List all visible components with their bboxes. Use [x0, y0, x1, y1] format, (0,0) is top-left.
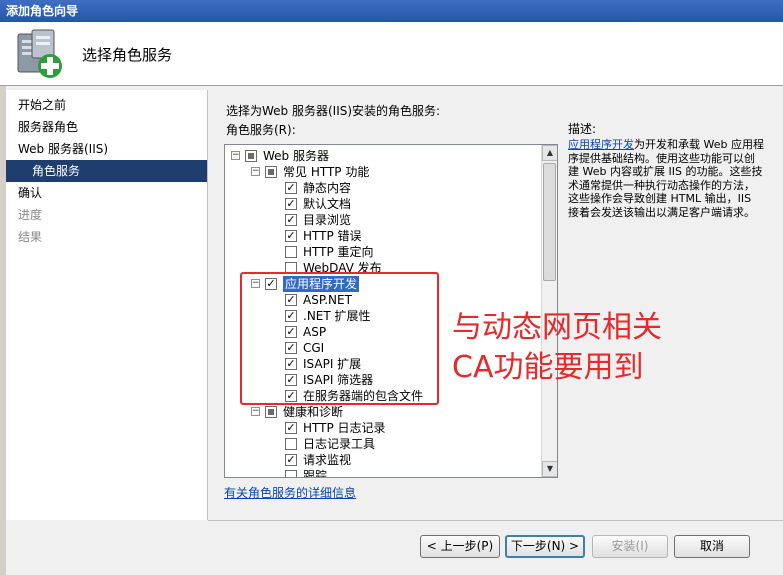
tree-item-label: ASP — [303, 325, 327, 339]
wizard-step: 进度 — [18, 208, 43, 222]
description-label: 描述: — [568, 122, 597, 136]
wizard-step: 结果 — [18, 230, 43, 244]
tree-item-label: Web 服务器 — [263, 149, 329, 163]
role-service-checkbox[interactable]: ✓ — [285, 198, 297, 210]
role-service-checkbox[interactable]: ✓ — [285, 214, 297, 226]
step-list: 开始之前 服务器角色 Web 服务器(IIS) 角色服务 确认进度结果 — [6, 90, 207, 248]
role-service-checkbox[interactable]: ✓ — [285, 294, 297, 306]
page-title: 选择角色服务 — [82, 46, 173, 64]
tree-item-label: 请求监视 — [303, 453, 352, 467]
wizard-step[interactable]: 角色服务 — [6, 160, 207, 182]
role-service-checkbox[interactable]: ✓ — [285, 374, 297, 386]
tree-item-label: ASP.NET — [303, 293, 352, 307]
role-service-checkbox[interactable] — [265, 166, 277, 178]
role-services-prompt: 选择为Web 服务器(IIS)安装的角色服务: — [226, 104, 441, 118]
role-service-checkbox[interactable] — [265, 406, 277, 418]
tree-item-label: 跟踪 — [303, 469, 328, 477]
scroll-thumb[interactable] — [543, 163, 556, 281]
tree-item-label: 默认文档 — [303, 197, 352, 211]
role-service-checkbox[interactable] — [285, 262, 297, 274]
wizard-footer: < 上一步(P) 下一步(N) > 安装(I) 取消 — [208, 520, 783, 575]
wizard-step[interactable]: 确认 — [6, 182, 207, 204]
role-service-checkbox[interactable]: ✓ — [285, 326, 297, 338]
role-service-checkbox[interactable]: ✓ — [285, 422, 297, 434]
tree-expander-icon[interactable]: − — [251, 167, 260, 176]
role-service-checkbox[interactable]: ✓ — [285, 310, 297, 322]
wizard-step[interactable]: 服务器角色 — [6, 116, 207, 138]
role-service-checkbox[interactable]: ✓ — [285, 454, 297, 466]
tree-item-label: 在服务器端的包含文件 — [303, 389, 424, 403]
annotation-line-1: 与动态网页相关 — [452, 310, 662, 345]
tree-item-label: 应用程序开发 — [283, 276, 360, 292]
tree-expander-icon[interactable]: − — [231, 151, 240, 160]
main-panel: 选择为Web 服务器(IIS)安装的角色服务: 角色服务(R): − Web 服务… — [208, 90, 783, 520]
role-service-checkbox[interactable] — [285, 438, 297, 450]
server-add-icon — [17, 29, 62, 78]
tree-item-label: 健康和诊断 — [283, 405, 344, 419]
tree-item-label: ISAPI 扩展 — [303, 357, 362, 371]
tree-item-label: WebDAV 发布 — [303, 261, 382, 275]
role-services-label: 角色服务(R): — [226, 123, 296, 137]
wizard-step[interactable]: Web 服务器(IIS) — [6, 138, 207, 160]
tree-item-label: 目录浏览 — [303, 213, 352, 227]
prev-button[interactable]: < 上一步(P) — [420, 535, 500, 558]
role-service-checkbox[interactable]: ✓ — [265, 278, 277, 290]
wizard-steps: 开始之前 服务器角色 Web 服务器(IIS) 角色服务 确认进度结果 — [6, 90, 208, 520]
annotation-text: 与动态网页相关 CA功能要用到 — [452, 308, 712, 388]
wizard-step[interactable]: 开始之前 — [6, 94, 207, 116]
tree-expander-icon[interactable]: − — [251, 279, 260, 288]
scroll-up-button[interactable]: ▲ — [542, 145, 557, 161]
tree-item-label: .NET 扩展性 — [303, 309, 371, 323]
scroll-down-button[interactable]: ▼ — [542, 461, 557, 477]
role-service-checkbox[interactable] — [245, 150, 257, 162]
role-services-details-link[interactable]: 有关角色服务的详细信息 — [224, 484, 356, 501]
install-button[interactable]: 安装(I) — [592, 535, 668, 558]
next-button[interactable]: 下一步(N) > — [505, 535, 585, 558]
tree-expander-icon[interactable]: − — [251, 407, 260, 416]
tree-item-label: ISAPI 筛选器 — [303, 373, 374, 387]
tree-item-label: 日志记录工具 — [303, 437, 376, 451]
role-service-checkbox[interactable]: ✓ — [285, 230, 297, 242]
tree-item-label: 常见 HTTP 功能 — [283, 165, 370, 179]
role-service-checkbox[interactable]: ✓ — [285, 342, 297, 354]
window-title: 添加角色向导 — [0, 0, 783, 22]
tree-item-label: HTTP 日志记录 — [303, 421, 386, 435]
role-service-checkbox[interactable] — [285, 246, 297, 258]
role-service-checkbox[interactable] — [285, 470, 297, 477]
role-service-checkbox[interactable]: ✓ — [285, 358, 297, 370]
role-service-checkbox[interactable]: ✓ — [285, 390, 297, 402]
tree-item-label: HTTP 错误 — [303, 229, 362, 243]
cancel-button[interactable]: 取消 — [674, 535, 750, 558]
tree-item-label: 静态内容 — [303, 181, 352, 195]
role-service-checkbox[interactable]: ✓ — [285, 182, 297, 194]
description-text: 应用程序开发为开发和承载 Web 应用程序提供基础结构。使用这些功能可以创建 W… — [568, 138, 764, 219]
tree-item-label: HTTP 重定向 — [303, 245, 374, 259]
tree-item-label: CGI — [303, 341, 325, 355]
annotation-line-2: CA功能要用到 — [452, 350, 644, 385]
wizard-header: 选择角色服务 — [0, 22, 783, 86]
description-link[interactable]: 应用程序开发 — [568, 138, 634, 151]
